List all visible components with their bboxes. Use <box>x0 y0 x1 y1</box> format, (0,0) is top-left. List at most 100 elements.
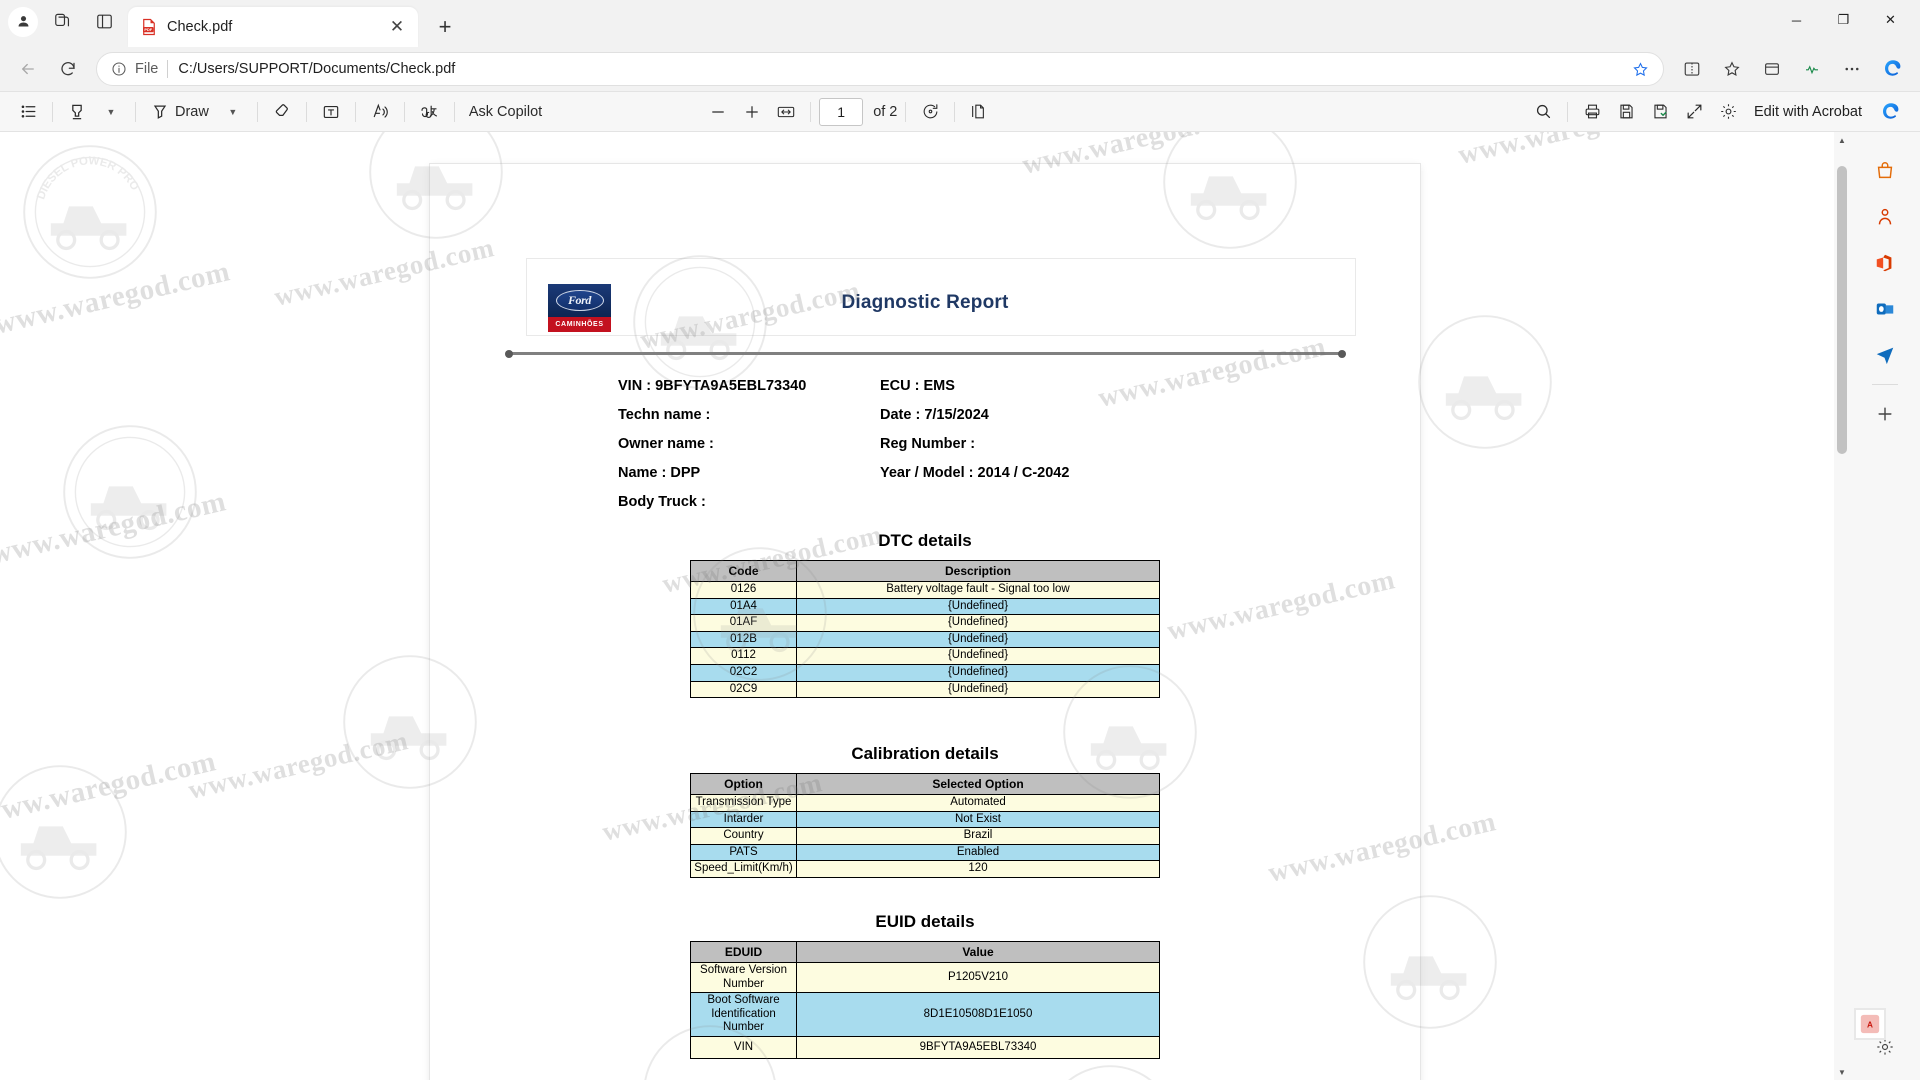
field-label: Owner name : <box>618 436 714 452</box>
copilot-icon[interactable] <box>1876 52 1910 86</box>
cell-selected: Brazil <box>796 827 1160 845</box>
add-text-button[interactable] <box>315 97 347 127</box>
zoom-out-button[interactable] <box>702 97 734 127</box>
cell-description: {Undefined} <box>796 680 1160 699</box>
cell-option: PATS <box>690 843 797 862</box>
toolbar-divider <box>354 101 356 122</box>
watermark-stamp <box>0 762 130 907</box>
table-row: 0126 Battery voltage fault - Signal too l… <box>690 581 1160 599</box>
cell-option: Intarder <box>690 810 797 829</box>
new-tab-button[interactable]: + <box>428 10 462 44</box>
watermark-url: www.waregod.com <box>0 745 219 831</box>
page-view-button[interactable] <box>963 97 995 127</box>
outlook-icon[interactable] <box>1868 292 1902 326</box>
pdf-toolbar: ▼ Draw ▼ Ask Copilot 1 of 2 Edit with Ac… <box>0 91 1920 132</box>
tab-title: Check.pdf <box>167 19 233 35</box>
column-header: Option <box>690 772 797 796</box>
info-cell: Reg Number : <box>880 436 975 465</box>
save-button[interactable] <box>1644 97 1676 127</box>
gaming-icon[interactable] <box>1868 200 1902 234</box>
maximize-button[interactable]: ❐ <box>1820 0 1867 40</box>
profile-icon[interactable] <box>8 6 38 37</box>
table-of-contents-button[interactable] <box>12 97 44 127</box>
pdf-toolbar-right: Edit with Acrobat <box>1527 95 1908 129</box>
microsoft-365-icon[interactable] <box>1868 246 1902 280</box>
edit-with-acrobat-button[interactable]: Edit with Acrobat <box>1746 104 1870 120</box>
collections-icon[interactable] <box>1754 52 1790 86</box>
shopping-icon[interactable] <box>1868 154 1902 188</box>
cell-code: 0126 <box>690 581 797 599</box>
fullscreen-button[interactable] <box>1678 97 1710 127</box>
cell-option: Speed_Limit(Km/h) <box>690 860 797 878</box>
settings-button[interactable] <box>1712 97 1744 127</box>
acrobat-badge-icon[interactable]: A <box>1854 1008 1886 1040</box>
highlight-options-caret[interactable]: ▼ <box>95 97 127 127</box>
zoom-in-button[interactable] <box>736 97 768 127</box>
reload-button[interactable] <box>50 52 86 86</box>
info-icon[interactable] <box>109 59 129 79</box>
copilot-icon[interactable] <box>1874 95 1908 129</box>
cell-euid: Boot Software Identification Number <box>690 992 797 1037</box>
scroll-down-arrow[interactable]: ▼ <box>1834 1064 1850 1080</box>
url-omnibox[interactable]: File C:/Users/SUPPORT/Documents/Check.pd… <box>96 52 1664 86</box>
add-tool-icon[interactable] <box>1868 397 1902 431</box>
field-label: Year / Model : <box>880 465 974 481</box>
table-row: Transmission Type Automated <box>690 794 1160 812</box>
cell-value: 8D1E10508D1E1050 <box>796 992 1160 1037</box>
tab-search-icon[interactable] <box>44 6 80 38</box>
erase-button[interactable] <box>266 97 298 127</box>
field-label: Name : <box>618 465 667 481</box>
watermark-url: www.waregod.com <box>0 255 233 341</box>
column-header: Description <box>796 559 1160 583</box>
save-as-button[interactable] <box>1610 97 1642 127</box>
draw-button[interactable]: Draw <box>144 97 215 127</box>
cell-option: Country <box>690 827 797 845</box>
print-button[interactable] <box>1576 97 1608 127</box>
settings-and-more-icon[interactable] <box>1834 52 1870 86</box>
cell-option: Transmission Type <box>690 794 797 812</box>
header-rule <box>505 349 1346 358</box>
info-cell: ECU : EMS <box>880 378 955 407</box>
cell-description: {Undefined} <box>796 663 1160 682</box>
pdf-page: Ford CAMINHÕES Diagnostic Report VIN: 9… <box>430 164 1420 1080</box>
page-number-input[interactable]: 1 <box>819 97 864 126</box>
fit-page-button[interactable] <box>770 97 802 127</box>
watermark-url: www.waregod.com <box>0 485 229 571</box>
cell-code: 02C2 <box>690 663 797 682</box>
tab-close-button[interactable]: ✕ <box>384 14 410 40</box>
browser-tab[interactable]: PDF Check.pdf ✕ <box>128 7 418 47</box>
scroll-up-arrow[interactable]: ▲ <box>1834 132 1850 148</box>
minimize-button[interactable]: ─ <box>1773 0 1820 40</box>
split-pane-icon[interactable] <box>86 6 122 38</box>
scrollbar-thumb[interactable] <box>1837 166 1847 454</box>
field-value: EMS <box>923 378 955 394</box>
cell-description: {Undefined} <box>796 597 1160 616</box>
ask-copilot-button[interactable]: Ask Copilot <box>463 97 548 127</box>
browser-essentials-icon[interactable] <box>1794 52 1830 86</box>
field-label: Techn name : <box>618 407 711 423</box>
toolbar-divider <box>905 101 907 122</box>
cell-selected: 120 <box>796 860 1160 878</box>
highlight-button[interactable] <box>61 97 93 127</box>
search-button[interactable] <box>1527 97 1559 127</box>
vertical-scrollbar[interactable]: ▲ ▼ <box>1834 132 1850 1080</box>
favorite-star-icon[interactable] <box>1625 55 1655 83</box>
rotate-button[interactable] <box>914 97 946 127</box>
favorites-icon[interactable] <box>1714 52 1750 86</box>
watermark-stamp <box>60 422 200 567</box>
column-header: Code <box>690 559 797 583</box>
table-row: Software Version Number P1205V210 <box>690 962 1160 994</box>
toolbar-divider <box>1567 101 1568 122</box>
toolbar-divider <box>810 101 812 122</box>
send-icon[interactable] <box>1868 338 1902 372</box>
close-button[interactable]: ✕ <box>1867 0 1914 40</box>
read-aloud-button[interactable] <box>364 97 396 127</box>
table-row: Intarder Not Exist <box>690 810 1160 829</box>
back-button[interactable] <box>10 52 46 86</box>
edge-sidebar <box>1850 132 1920 1080</box>
cell-code: 012B <box>690 630 797 649</box>
browser-window: PDF Check.pdf ✕ + ─ ❐ ✕ File C:/Users/SU… <box>0 0 1920 1080</box>
draw-options-caret[interactable]: ▼ <box>217 97 249 127</box>
split-screen-icon[interactable] <box>1674 52 1710 86</box>
translate-button[interactable] <box>413 97 446 127</box>
